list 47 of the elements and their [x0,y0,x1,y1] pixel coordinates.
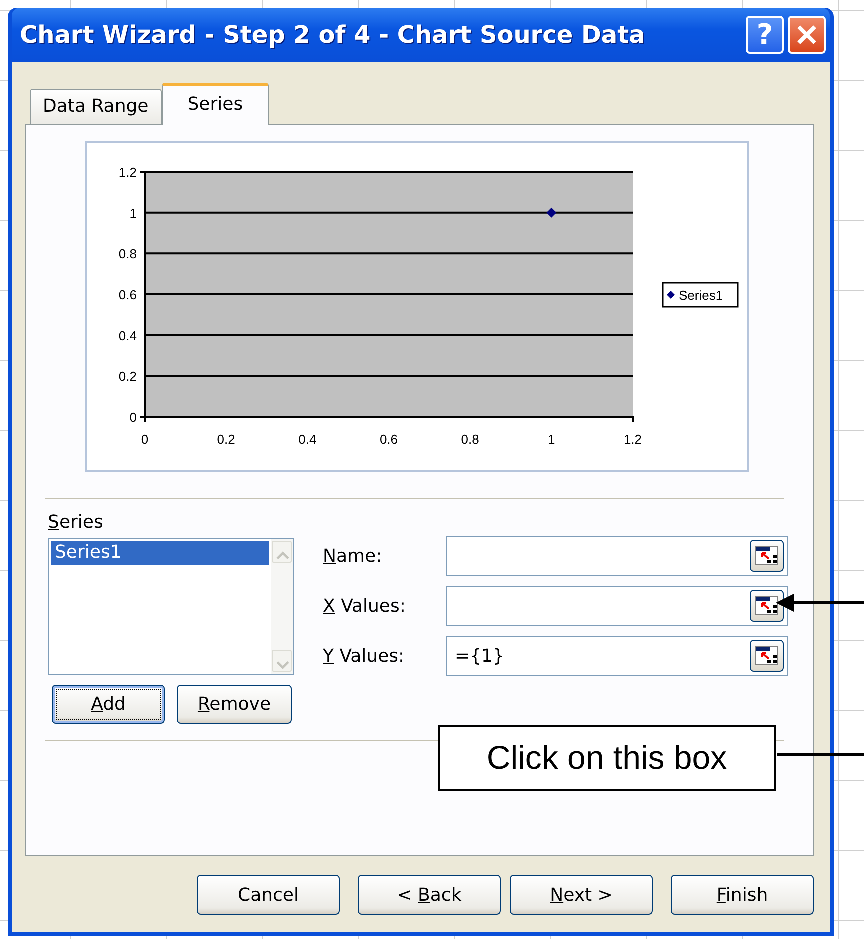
x-tick-label: 0.6 [380,432,398,447]
tab[interactable]: Series [162,83,270,125]
x-tick-label: 0.4 [298,432,317,447]
x-tick-label: 1 [548,432,556,447]
y-tick-label: 0.2 [118,369,137,384]
action-button[interactable]: Remove [177,685,292,724]
close-icon [796,24,818,46]
input-field[interactable] [446,586,788,626]
range-select-button[interactable] [750,540,784,572]
x-tick-label: 0.2 [217,432,236,447]
y-tick-label: 1.2 [118,165,137,180]
field-label: Y Values: [323,644,406,668]
range-select-icon [755,646,779,666]
y-tick-label: 0.8 [118,246,137,262]
dialog-button[interactable]: Finish [671,875,814,915]
x-tick-label: 0 [141,432,149,447]
y-tick-label: 0.4 [118,328,137,344]
range-select-icon [755,546,779,566]
data-point [546,208,557,218]
scrollbar[interactable] [271,539,293,674]
legend-marker-icon [667,291,675,299]
action-button[interactable]: Add [52,685,165,724]
field-value: ={1} [455,644,504,668]
y-tick-label: 0 [130,410,137,425]
field-label: Name: [323,544,384,568]
tab[interactable]: Data Range [30,89,162,124]
range-select-button[interactable] [750,590,784,622]
x-tick-label: 1.2 [624,432,642,447]
series-listbox[interactable]: Series1 [48,538,294,675]
dialog-button[interactable]: Next > [510,875,653,915]
range-select-icon [755,596,779,616]
series-label: Series [48,511,104,535]
y-tick-label: 1 [130,206,137,221]
help-button[interactable]: ? [746,16,784,54]
range-select-button[interactable] [750,640,784,672]
window-title: Chart Wizard - Step 2 of 4 - Chart Source Data [20,20,646,51]
x-tick-label: 0.8 [461,432,480,447]
legend-label: Series1 [679,288,724,303]
input-field[interactable]: ={1} [446,636,788,676]
y-tick-label: 0.6 [118,288,137,302]
callout-box: Click on this box [438,725,776,791]
list-item[interactable]: Series1 [51,541,269,565]
dialog-button[interactable]: Cancel [197,875,340,915]
field-label: X Values: [323,594,407,618]
close-button[interactable] [788,16,826,54]
input-field[interactable] [446,536,788,576]
dialog-button[interactable]: < Back [358,875,501,915]
